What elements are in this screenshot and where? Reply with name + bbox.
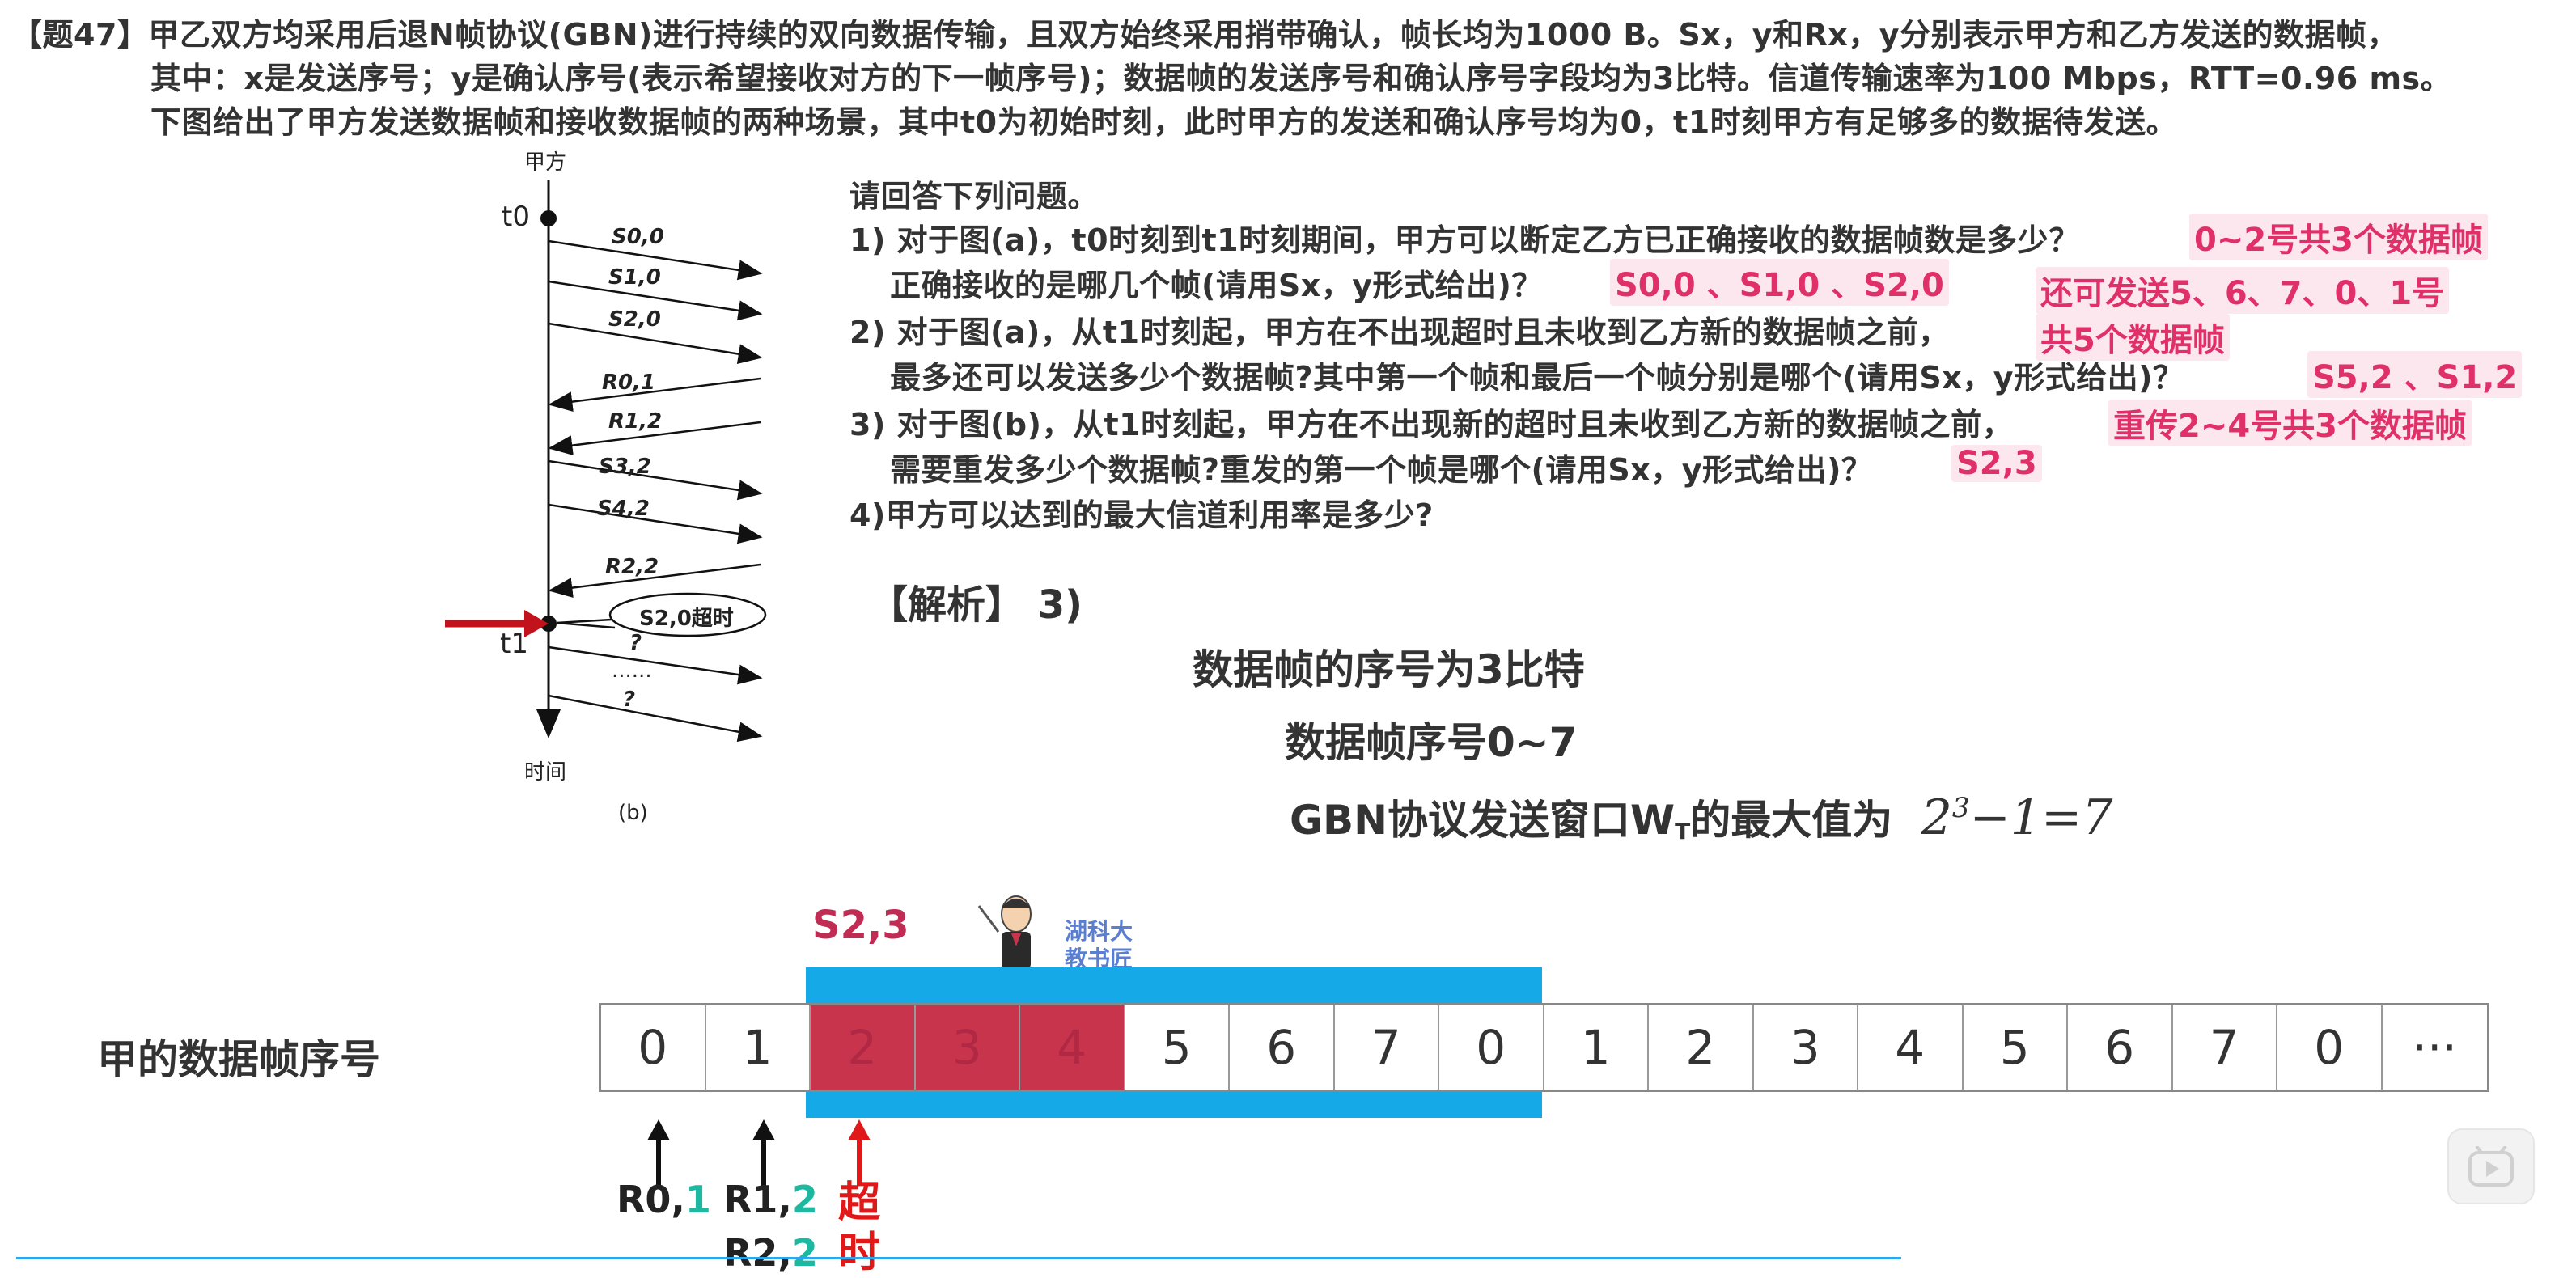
- ack-label-r01: R0,1: [616, 1178, 711, 1221]
- frame-label-s32: S3,2: [599, 455, 651, 479]
- frame-label-r12: R1,2: [608, 409, 663, 434]
- analysis-line-3: GBN协议发送窗口WT的最大值为 23−1=7: [1290, 788, 2112, 846]
- question-1a: 1) 对于图(a)，t0时刻到t1时刻期间，甲方可以断定乙方已正确接收的数据帧数…: [849, 222, 2080, 258]
- question-1b: 正确接收的是哪几个帧(请用Sx，y形式给出)？: [890, 268, 1543, 303]
- seq-cell: 0: [2277, 1005, 2383, 1090]
- sequence-strip: 0 1 2 3 4 5 6 7 0 1 2 3 4 5 6 7 0 ···: [599, 1003, 2489, 1092]
- play-icon: [2468, 1146, 2514, 1187]
- frame-label-s42: S4,2: [597, 497, 650, 521]
- seq-cell-retransmit: 4: [1020, 1005, 1125, 1090]
- frame-label-r22: R2,2: [605, 555, 659, 579]
- answer-2-count: 共5个数据帧: [2036, 314, 2230, 361]
- timeout-label-char-2: 时: [838, 1229, 881, 1277]
- seq-cell: 5: [1963, 1005, 2068, 1090]
- ack-label-r12: R1,2: [723, 1178, 818, 1221]
- strip-top-tag: S2,3: [812, 903, 909, 948]
- frame-label-ellipsis: ......: [612, 658, 652, 683]
- ack-label-r22: R2,2: [723, 1231, 818, 1275]
- analysis-line-3-sub: T: [1675, 818, 1691, 844]
- answer-2-frames: S5,2 、S1,2: [2307, 351, 2523, 398]
- analysis-line-2: 数据帧序号0~7: [1285, 719, 1578, 766]
- problem-line-1: 【题47】甲乙双方均采用后退N帧协议(GBN)进行持续的双向数据传输，且双方始终…: [11, 17, 2399, 53]
- video-progress-line[interactable]: [16, 1257, 1901, 1259]
- formula-base: 2: [1921, 789, 1952, 846]
- seq-cell: 1: [1544, 1005, 1649, 1090]
- play-button[interactable]: [2447, 1128, 2535, 1204]
- seq-cell: 4: [1858, 1005, 1964, 1090]
- diagram-caption: (b): [618, 801, 648, 825]
- seq-cell: 0: [1439, 1005, 1544, 1090]
- problem-line-2: 其中：x是发送序号；y是确认序号(表示希望接收对方的下一帧序号)；数据帧的发送序…: [150, 61, 2452, 96]
- diagram-t1: t1: [500, 628, 528, 660]
- ack-label-r12-prefix: R1,: [723, 1178, 792, 1221]
- frame-arrow-s32: [548, 459, 763, 501]
- frame-label-s00: S0,0: [612, 225, 664, 249]
- question-3b: 需要重发多少个数据帧?重发的第一个帧是哪个(请用Sx，y形式给出)？: [890, 452, 1873, 488]
- seq-cell: 2: [1649, 1005, 1754, 1090]
- seq-cell-retransmit: 2: [811, 1005, 916, 1090]
- seq-cell: 7: [1334, 1005, 1439, 1090]
- timeout-bubble-label: S2,0超时: [639, 607, 734, 631]
- analysis-line-1: 数据帧的序号为3比特: [1193, 646, 1585, 693]
- ack-label-r22-prefix: R2,: [723, 1231, 792, 1275]
- ack-label-r01-prefix: R0,: [616, 1178, 685, 1221]
- frame-label-unknown-1: ?: [629, 631, 642, 655]
- answer-1-count: 0~2号共3个数据帧: [2189, 214, 2489, 260]
- seq-cell: 3: [1753, 1005, 1858, 1090]
- frame-label-unknown-2: ?: [623, 688, 636, 712]
- answer-2-range: 还可发送5、6、7、0、1号: [2036, 267, 2450, 314]
- analysis-line-3-tail: 的最大值为: [1690, 797, 1893, 844]
- strip-label: 甲的数据帧序号: [97, 1036, 380, 1083]
- question-4: 4)甲方可以达到的最大信道利用率是多少?: [849, 497, 1434, 533]
- timeout-label-char-1: 超: [838, 1179, 881, 1227]
- seq-cell: 6: [2068, 1005, 2173, 1090]
- answer-3-frame: S2,3: [1951, 445, 2042, 482]
- frame-arrow-s42: [548, 503, 763, 544]
- seq-cell: 6: [1230, 1005, 1335, 1090]
- seq-cell: 7: [2172, 1005, 2277, 1090]
- t0-dot: [540, 210, 557, 226]
- frame-arrow-q2: [548, 694, 763, 743]
- analysis-heading: 【解析】 3): [869, 582, 1083, 628]
- diagram-top-label: 甲方: [524, 150, 567, 175]
- analysis-formula: 23−1=7: [1921, 789, 2113, 846]
- ack-label-r22-num: 2: [791, 1231, 818, 1275]
- answer-1-frames: S0,0 、S1,0 、S2,0: [1610, 259, 1949, 306]
- problem-line-3: 下图给出了甲方发送数据帧和接收数据帧的两种场景，其中t0为初始时刻，此时甲方的发…: [150, 104, 2178, 140]
- question-2b: 最多还可以发送多少个数据帧?其中第一个帧和最后一个帧分别是哪个(请用Sx，y形式…: [890, 360, 2184, 396]
- frame-label-r01: R0,1: [602, 370, 656, 395]
- ack-label-r12-num: 2: [791, 1178, 818, 1221]
- analysis-line-3-text: GBN协议发送窗口W: [1290, 797, 1676, 844]
- question-3a: 3) 对于图(b)，从t1时刻起，甲方在不出现新的超时且未收到乙方新的数据帧之前…: [849, 407, 2014, 442]
- seq-cell: 1: [705, 1005, 811, 1090]
- diagram-bottom-label: 时间: [524, 760, 567, 785]
- ack-label-r01-num: 1: [684, 1178, 711, 1221]
- question-2a: 2) 对于图(a)，从t1时刻起，甲方在不出现超时且未收到乙方新的数据帧之前，: [849, 315, 1950, 350]
- frame-label-s10: S1,0: [608, 265, 661, 290]
- answer-3-count: 重传2~4号共3个数据帧: [2108, 400, 2472, 446]
- seq-cell-retransmit: 3: [915, 1005, 1020, 1090]
- frame-arrow-q1: [548, 645, 763, 685]
- formula-exp: 3: [1951, 792, 1970, 824]
- questions-intro: 请回答下列问题。: [849, 179, 1099, 214]
- frame-label-s20: S2,0: [608, 307, 661, 332]
- formula-rest: −1=7: [1969, 789, 2113, 846]
- diagram-t0: t0: [502, 201, 530, 233]
- seq-cell: 0: [601, 1005, 706, 1090]
- timeout-label: 超 时: [838, 1178, 880, 1278]
- seq-cell: 5: [1125, 1005, 1230, 1090]
- seq-cell-ellipsis: ···: [2382, 1005, 2487, 1090]
